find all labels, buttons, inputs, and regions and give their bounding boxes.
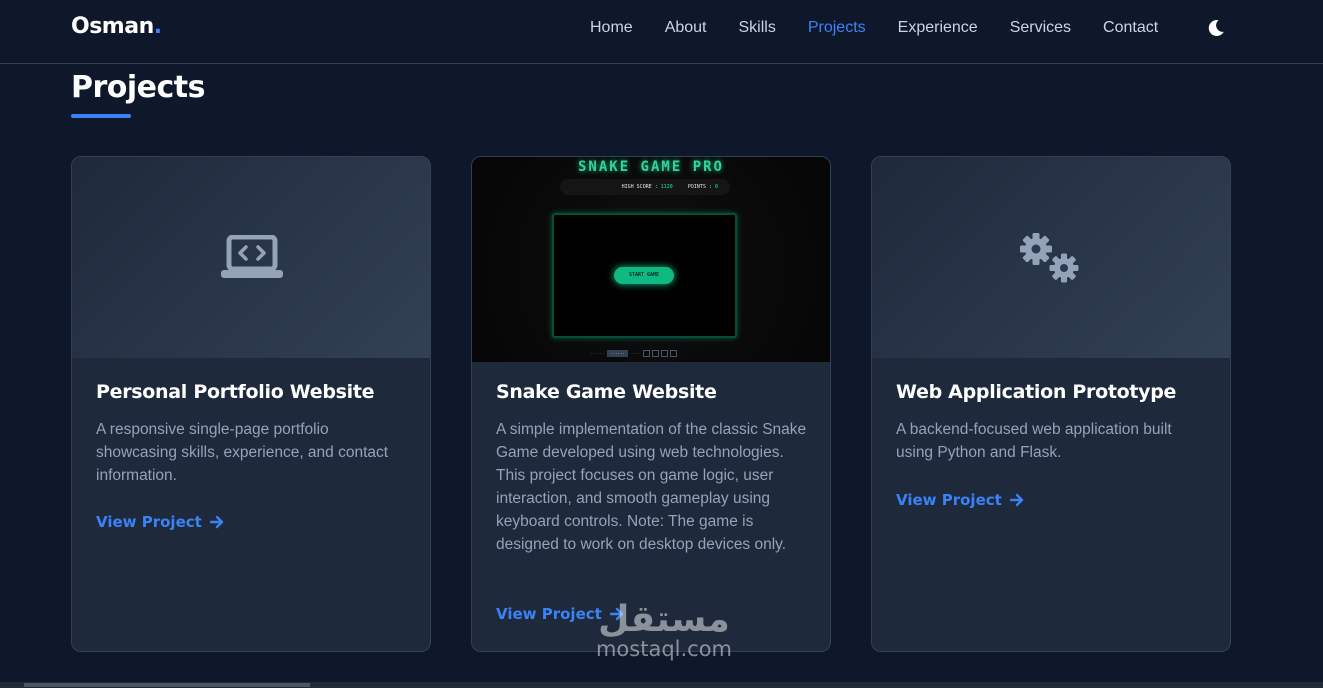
project-title: Snake Game Website (496, 381, 717, 403)
project-title: Web Application Prototype (896, 381, 1177, 403)
nav-link-projects[interactable]: Projects (808, 19, 866, 37)
nav-link-skills[interactable]: Skills (739, 19, 776, 37)
title-underline (71, 114, 131, 118)
snake-footer-text: ······ (590, 350, 605, 356)
laptop-code-icon (221, 235, 283, 278)
snake-high-score-value: 1120 (660, 184, 673, 190)
arrow-right-icon (209, 515, 224, 529)
snake-footer-controls: ······ ······ ···· (590, 349, 677, 357)
arrow-right-icon (609, 607, 624, 621)
snake-footer-key (660, 349, 668, 357)
view-project-link[interactable]: View Project (896, 491, 1024, 509)
snake-points-value: 0 (714, 184, 718, 190)
nav-link-contact[interactable]: Contact (1103, 19, 1158, 37)
nav-link-services[interactable]: Services (1010, 19, 1071, 37)
view-project-label: View Project (496, 605, 602, 623)
arrow-right-icon (1009, 493, 1024, 507)
logo-dot: . (153, 14, 162, 39)
view-project-label: View Project (896, 491, 1002, 509)
nav-links: Home About Skills Projects Experience Se… (590, 19, 1190, 37)
project-card-webapp: Web Application Prototype A backend-focu… (871, 156, 1231, 652)
snake-start-button: START GAME (614, 267, 674, 284)
view-project-link[interactable]: View Project (496, 605, 624, 623)
moon-icon (1208, 20, 1224, 37)
snake-game-board: START GAME (552, 213, 737, 338)
logo-text: Osman (71, 14, 154, 39)
project-description: A simple implementation of the classic S… (496, 421, 807, 553)
scrollbar-thumb[interactable] (24, 683, 310, 687)
section-title: Projects (71, 70, 206, 105)
view-project-link[interactable]: View Project (96, 513, 224, 531)
site-logo[interactable]: Osman. (71, 14, 162, 39)
snake-footer-chip: ······ (607, 349, 628, 357)
nav-link-home[interactable]: Home (590, 19, 633, 37)
project-card-portfolio: Personal Portfolio Website A responsive … (71, 156, 431, 652)
snake-footer-text: ···· (630, 350, 641, 356)
project-description: A responsive single-page portfolio showc… (96, 421, 389, 484)
nav-link-about[interactable]: About (665, 19, 707, 37)
snake-footer-key (642, 349, 650, 357)
horizontal-scrollbar[interactable] (0, 682, 1323, 688)
project-description: A backend-focused web application built … (896, 421, 1172, 461)
snake-high-score-label: HIGH SCORE : (621, 184, 658, 190)
snake-scoreboard: HIGH SCORE : 1120 POINTS : 0 (560, 179, 730, 195)
snake-footer-key (669, 349, 677, 357)
snake-points-label: POINTS : (687, 184, 712, 190)
navbar: Osman. Home About Skills Projects Experi… (0, 0, 1323, 64)
view-project-label: View Project (96, 513, 202, 531)
gears-icon (1020, 233, 1079, 283)
snake-game-screenshot: SNAKE GAME PRO HIGH SCORE : 1120 POINTS … (472, 157, 830, 362)
snake-footer-key (651, 349, 659, 357)
project-card-snake: SNAKE GAME PRO HIGH SCORE : 1120 POINTS … (471, 156, 831, 652)
nav-link-experience[interactable]: Experience (898, 19, 978, 37)
theme-toggle-button[interactable] (1206, 18, 1226, 38)
project-media (872, 157, 1230, 358)
project-media (72, 157, 430, 358)
snake-screenshot-title: SNAKE GAME PRO (577, 159, 724, 175)
project-title: Personal Portfolio Website (96, 381, 375, 403)
